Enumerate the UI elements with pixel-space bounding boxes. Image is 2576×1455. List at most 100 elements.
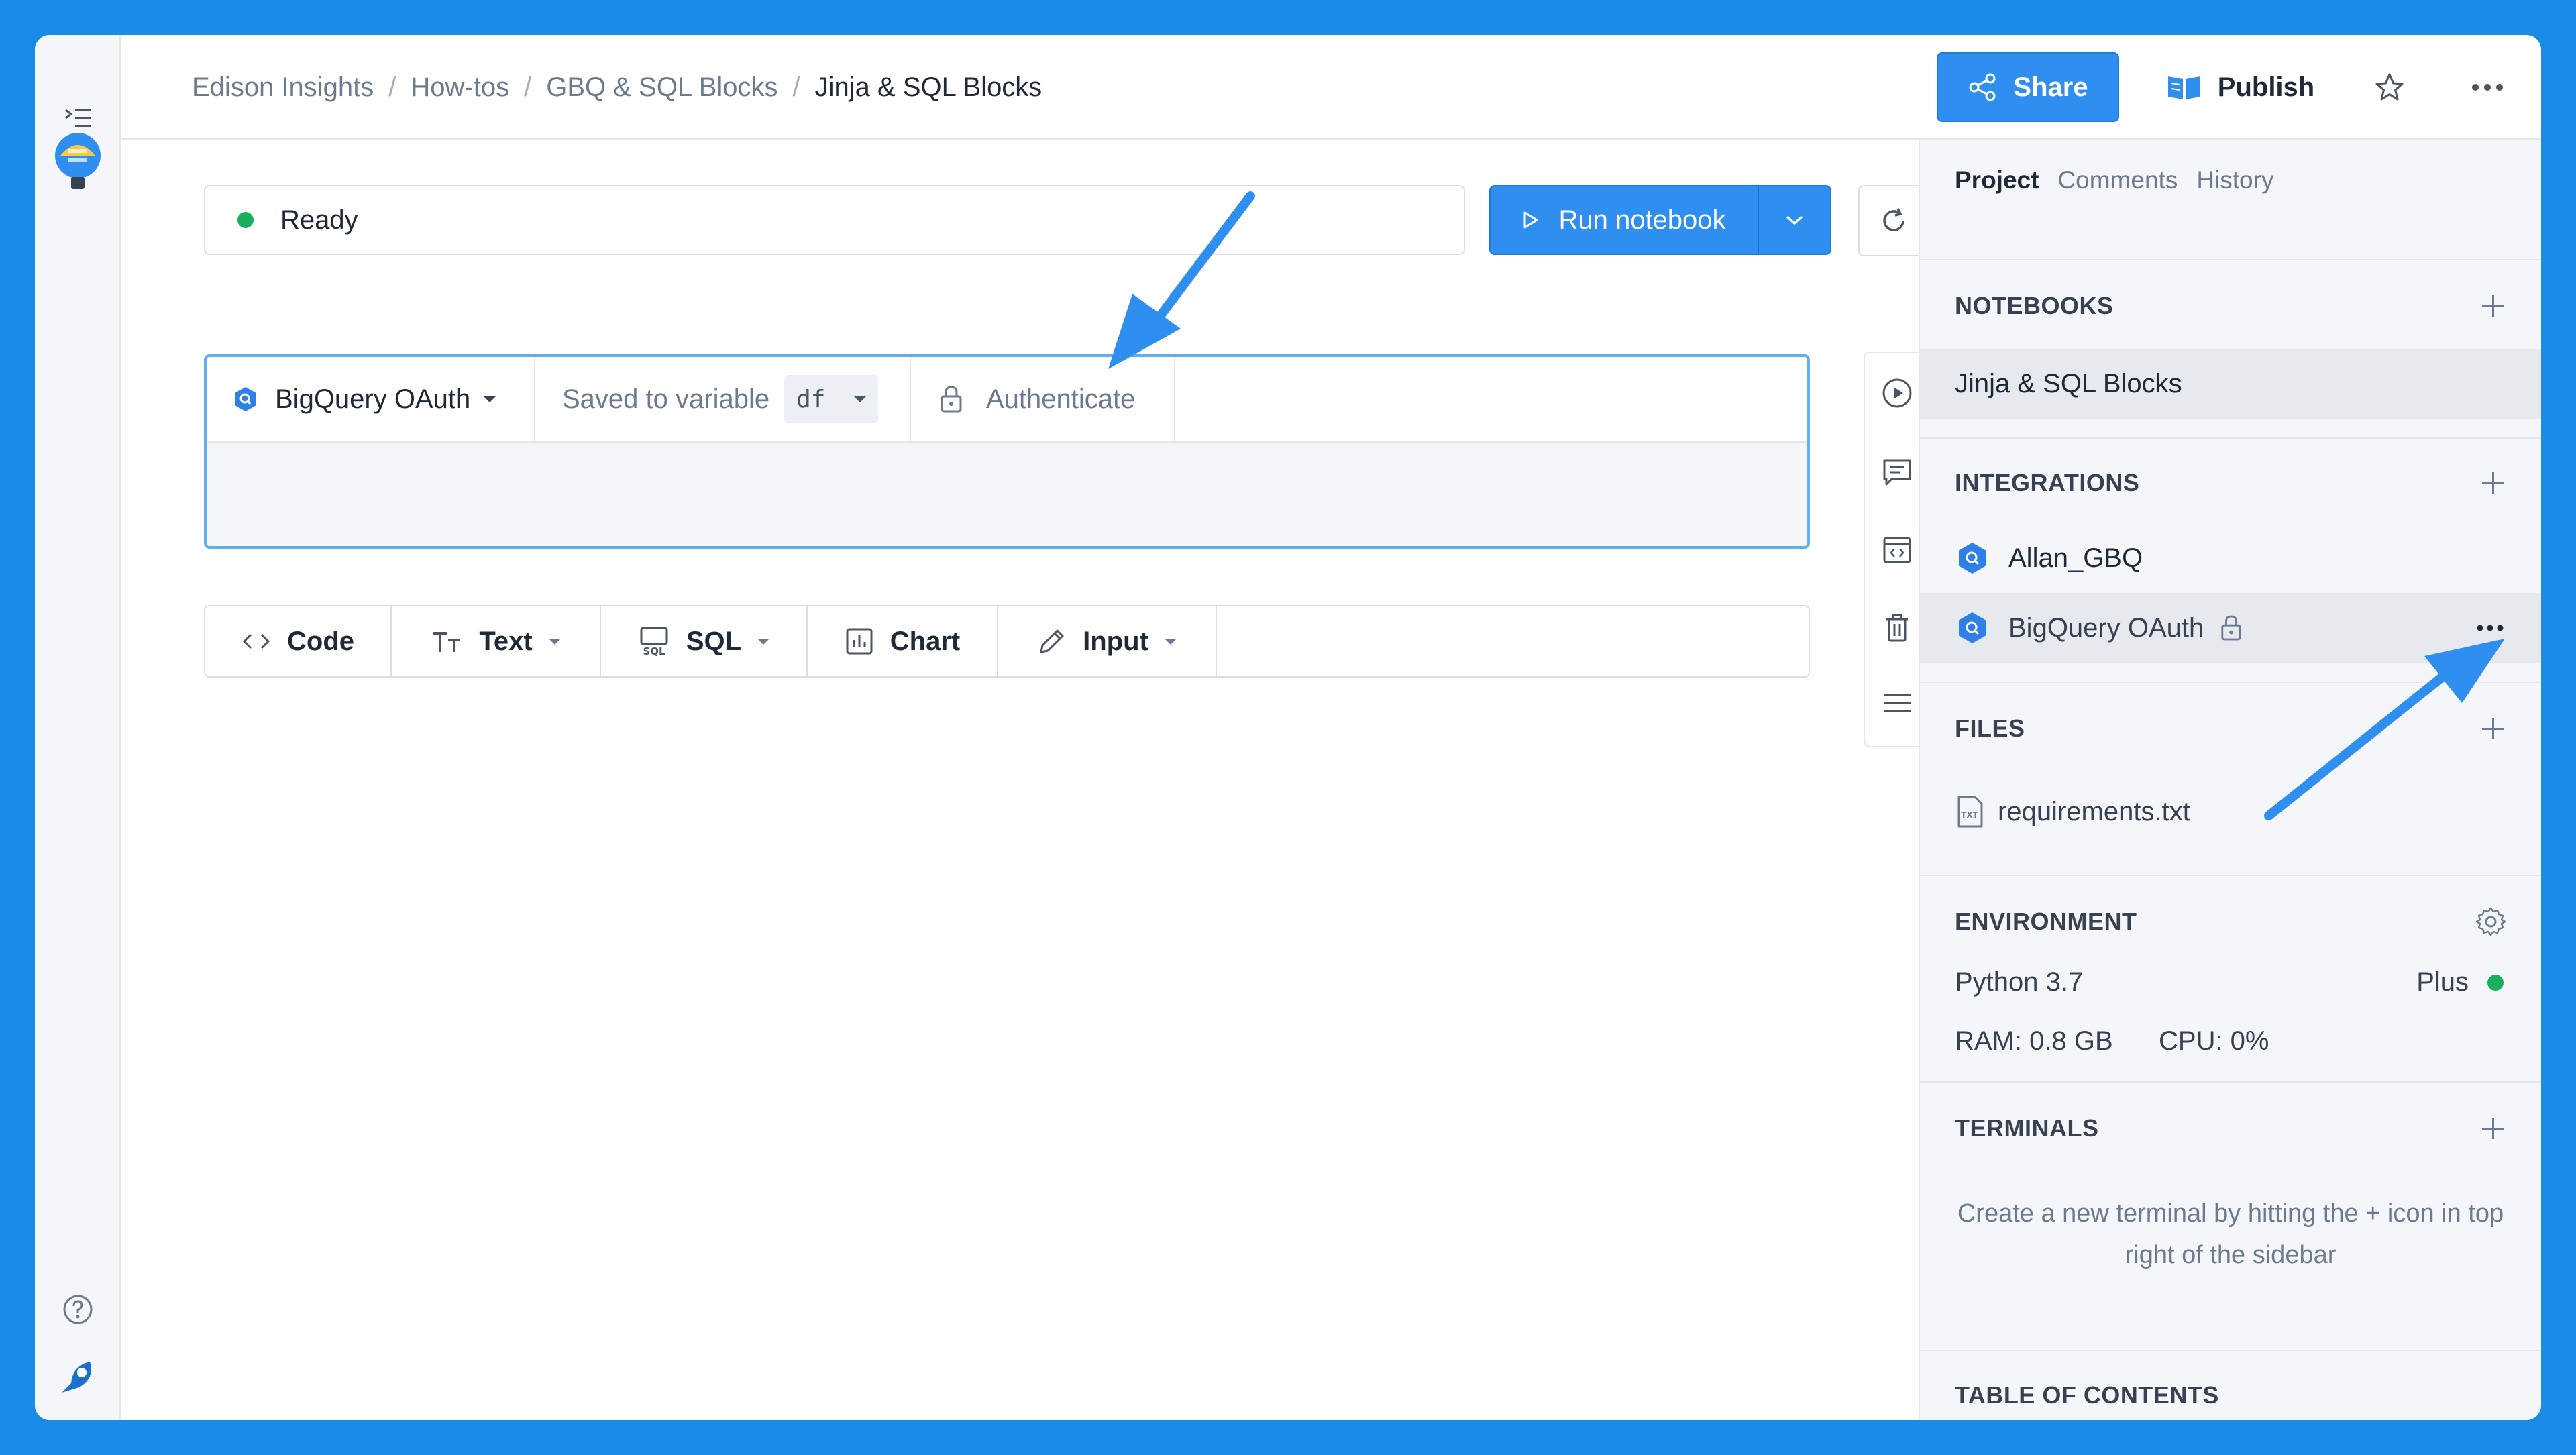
integration-label: Allan_GBQ (2008, 543, 2143, 573)
lock-icon (941, 386, 962, 413)
chart-icon (846, 628, 873, 655)
top-header: Edison Insights / How-tos / GBQ & SQL Bl… (121, 35, 2541, 140)
notebook-item[interactable]: Jinja & SQL Blocks (1920, 349, 2541, 419)
divider (1920, 437, 2541, 439)
divider (1920, 875, 2541, 876)
play-icon (1523, 211, 1538, 229)
divider (1920, 259, 2541, 260)
book-icon (2167, 76, 2200, 99)
status-dot (237, 212, 254, 228)
saved-variable-field: Saved to variable df (535, 357, 911, 441)
gear-icon[interactable] (2475, 906, 2506, 937)
bigquery-icon (1959, 543, 1986, 574)
connection-name: BigQuery OAuth (275, 384, 471, 414)
connection-selector[interactable]: BigQuery OAuth (207, 357, 535, 441)
help-icon[interactable] (35, 1293, 121, 1326)
add-terminal-icon[interactable] (2479, 1115, 2506, 1142)
left-rail (35, 35, 121, 1420)
tab-comments[interactable]: Comments (2057, 166, 2178, 195)
integrations-title: INTEGRATIONS (1955, 469, 2140, 496)
svg-text:TXT: TXT (1961, 810, 1978, 820)
add-code-button[interactable]: Code (205, 606, 392, 676)
env-status-dot (2487, 974, 2504, 991)
breadcrumb-notebook[interactable]: Jinja & SQL Blocks (815, 72, 1042, 103)
divider (1920, 1350, 2541, 1351)
integration-item[interactable]: Allan_GBQ (1920, 523, 2541, 593)
add-notebook-icon[interactable] (2479, 292, 2506, 319)
pencil-icon (1040, 629, 1064, 653)
run-notebook-main[interactable]: Run notebook (1491, 186, 1759, 254)
notebook-item-label: Jinja & SQL Blocks (1955, 368, 2182, 398)
annotation-arrow (1108, 191, 1255, 369)
terminals-header: TERMINALS (1955, 1108, 2506, 1148)
breadcrumb-separator: / (388, 72, 396, 102)
environment-header: ENVIRONMENT (1955, 902, 2506, 942)
add-text-label: Text (479, 626, 533, 656)
add-block-bar: Code Text SQL SQL Chart Input (204, 605, 1810, 678)
add-text-button[interactable]: Text (392, 606, 601, 676)
share-button[interactable]: Share (1937, 52, 2119, 122)
share-label: Share (2013, 72, 2088, 102)
run-notebook-button[interactable]: Run notebook (1489, 185, 1831, 255)
tab-project[interactable]: Project (1955, 166, 2039, 195)
add-chart-button[interactable]: Chart (808, 606, 998, 676)
run-options-dropdown[interactable] (1759, 186, 1830, 254)
add-sql-label: SQL (686, 626, 742, 656)
file-txt-icon: TXT (1957, 796, 1983, 828)
add-input-label: Input (1083, 626, 1148, 656)
expand-sidebar-icon[interactable] (35, 106, 121, 130)
toc-title: TABLE OF CONTENTS (1955, 1381, 2219, 1409)
divider (1920, 1081, 2541, 1083)
caret-down-icon (484, 396, 496, 402)
breadcrumb-separator: / (792, 72, 800, 102)
machine-plan: Plus (2416, 967, 2504, 998)
authenticate-label: Authenticate (986, 384, 1136, 414)
add-input-button[interactable]: Input (998, 606, 1217, 676)
deepnote-logo-icon[interactable] (35, 1358, 121, 1395)
workspace-logo-icon[interactable] (35, 129, 121, 196)
run-notebook-label: Run notebook (1558, 205, 1726, 235)
add-sql-button[interactable]: SQL SQL (601, 606, 808, 676)
bigquery-icon (235, 387, 256, 411)
add-integration-icon[interactable] (2479, 470, 2506, 496)
files-title: FILES (1955, 714, 2025, 742)
terminals-title: TERMINALS (1955, 1114, 2099, 1142)
annotation-arrow (2264, 639, 2505, 820)
breadcrumb-separator: / (524, 72, 532, 102)
variable-name-selector[interactable]: df (784, 375, 879, 423)
publish-button[interactable]: Publish (2160, 52, 2321, 122)
terminals-help-text: Create a new terminal by hitting the + i… (1957, 1199, 2504, 1269)
add-chart-label: Chart (890, 626, 961, 656)
sql-block-toolbar: BigQuery OAuth Saved to variable df Auth… (207, 357, 1807, 443)
more-options-icon[interactable] (2470, 70, 2505, 105)
caret-down-icon (1164, 638, 1177, 645)
caret-down-icon (548, 638, 561, 645)
sql-block[interactable]: BigQuery OAuth Saved to variable df Auth… (204, 354, 1810, 549)
status-text: Ready (280, 205, 358, 235)
caret-down-icon (854, 396, 867, 402)
toc-header: TABLE OF CONTENTS (1955, 1375, 2506, 1415)
breadcrumb-project[interactable]: GBQ & SQL Blocks (546, 72, 777, 103)
notebooks-header: NOTEBOOKS (1955, 286, 2506, 326)
star-icon[interactable] (2372, 70, 2407, 105)
breadcrumb: Edison Insights / How-tos / GBQ & SQL Bl… (192, 35, 1042, 140)
integration-label: BigQuery OAuth (2008, 612, 2204, 643)
notebook-main: Ready Run notebook BigQuery OAuth Saved … (121, 140, 1931, 1420)
caret-down-icon (757, 638, 770, 645)
breadcrumb-workspace[interactable]: Edison Insights (192, 72, 374, 103)
lock-icon (2221, 615, 2241, 641)
text-icon (433, 632, 461, 652)
sql-editor[interactable] (207, 443, 1807, 546)
sql-icon: SQL (640, 627, 668, 657)
environment-title: ENVIRONMENT (1955, 908, 2137, 935)
tab-history[interactable]: History (2196, 166, 2273, 195)
integrations-header: INTEGRATIONS (1955, 463, 2506, 503)
notebooks-title: NOTEBOOKS (1955, 292, 2114, 319)
refresh-icon (1883, 208, 1904, 231)
breadcrumb-folder[interactable]: How-tos (411, 72, 509, 103)
code-icon (242, 633, 270, 649)
python-version: Python 3.7 (1955, 967, 2084, 997)
app-window: Edison Insights / How-tos / GBQ & SQL Bl… (35, 35, 2541, 1420)
ram-usage: RAM: 0.8 GB (1955, 1026, 2113, 1056)
sidebar-tabs: Project Comments History (1955, 166, 2273, 195)
